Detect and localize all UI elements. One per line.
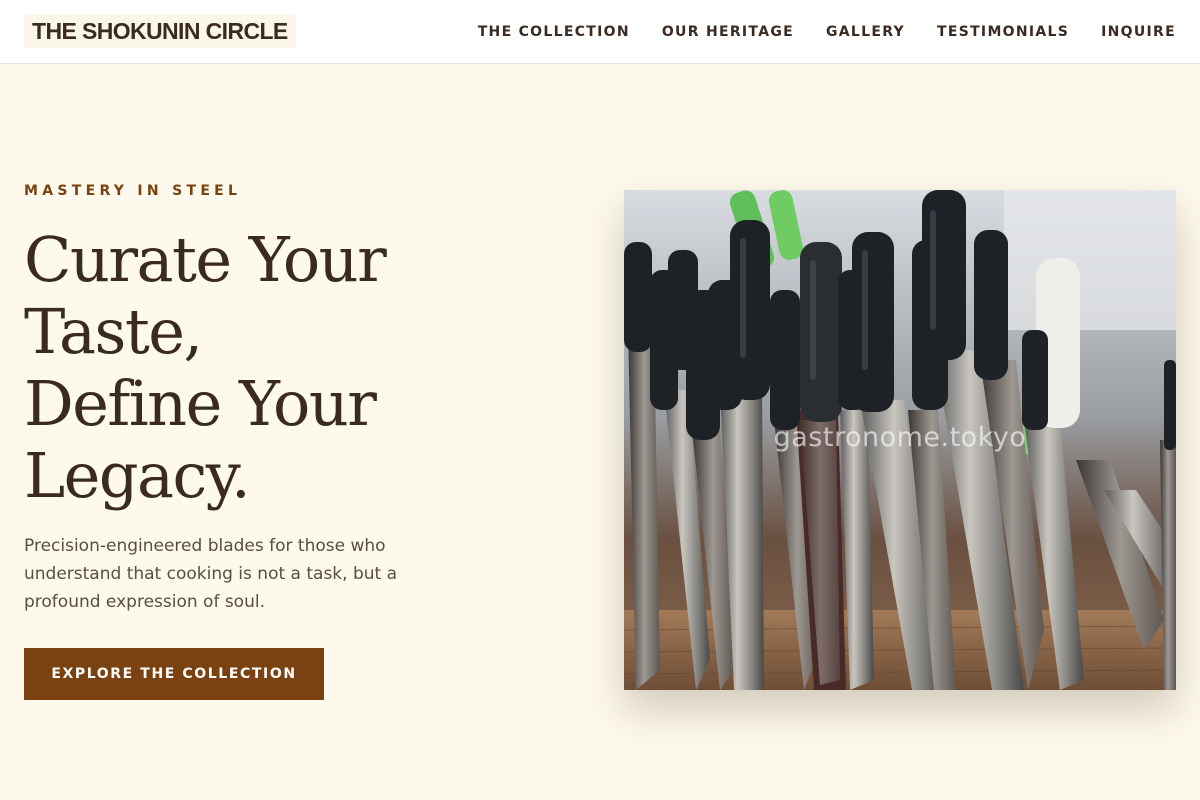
main-nav: THE COLLECTION OUR HERITAGE GALLERY TEST… [446, 0, 1176, 64]
site-header: THE SHOKUNIN CIRCLE THE COLLECTION OUR H… [0, 0, 1200, 64]
nav-link-testimonials[interactable]: TESTIMONIALS [937, 24, 1069, 40]
hero-eyebrow: MASTERY IN STEEL [24, 183, 242, 199]
nav-link-collection[interactable]: THE COLLECTION [478, 24, 630, 40]
hero-description: Precision-engineered blades for those wh… [24, 536, 398, 612]
hero-headline-line: Taste, [24, 295, 203, 368]
image-watermark: gastronome.tokyo [773, 422, 1027, 453]
nav-link-gallery[interactable]: GALLERY [826, 24, 905, 40]
hero-headline-line: Curate Your [24, 223, 387, 296]
hero-headline-line: Define Your [24, 367, 377, 440]
hero-headline-line: Legacy. [24, 439, 251, 512]
nav-link-inquire[interactable]: INQUIRE [1101, 24, 1176, 40]
hero-headline: Curate Your Taste, Define Your Legacy. [24, 224, 524, 512]
brand-logo[interactable]: THE SHOKUNIN CIRCLE [24, 14, 296, 48]
explore-collection-button[interactable]: EXPLORE THE COLLECTION [24, 648, 324, 700]
hero-image: gastronome.tokyo [624, 190, 1176, 690]
nav-link-heritage[interactable]: OUR HERITAGE [662, 24, 794, 40]
